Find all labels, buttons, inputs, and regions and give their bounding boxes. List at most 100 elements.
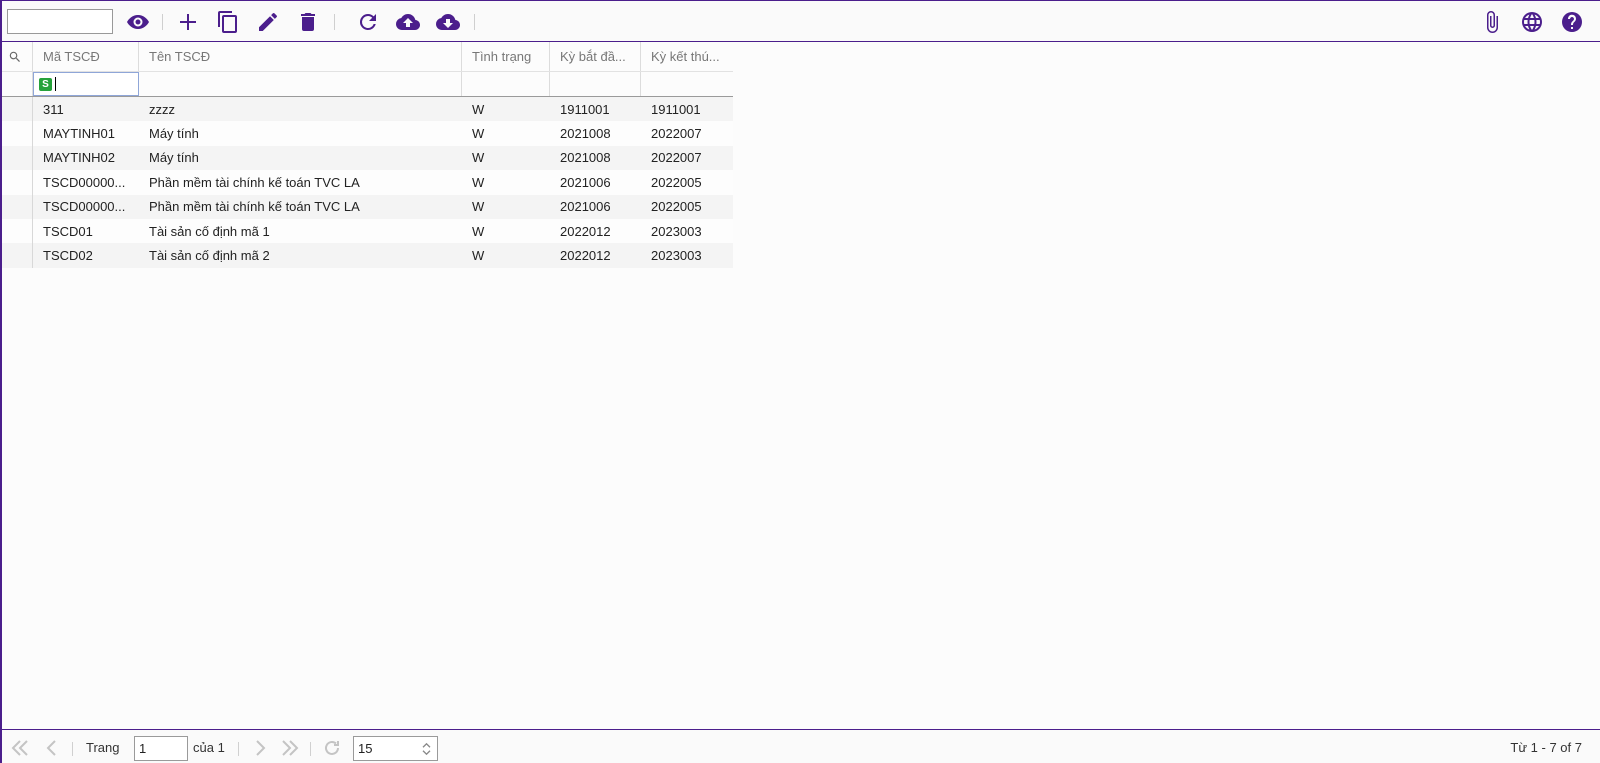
last-page-button[interactable]	[280, 738, 300, 758]
cell-ky-ket-thuc[interactable]: 2022007	[641, 121, 733, 145]
table-row[interactable]: TSCD02 Tài sản cố định mã 2 W 2022012 202300…	[2, 243, 733, 268]
cell-ma-tscd[interactable]: 311	[33, 97, 139, 121]
cell-ten-tscd[interactable]: Phần mềm tài chính kế toán TVC LA	[139, 195, 462, 219]
reload-button[interactable]	[322, 738, 342, 758]
cell-ten-tscd[interactable]: Máy tính	[139, 121, 462, 145]
cell-tinh-trang[interactable]: W	[462, 146, 550, 170]
view-button[interactable]	[124, 8, 152, 36]
double-chevron-left-icon	[11, 740, 28, 756]
pager-separator	[72, 742, 73, 756]
page-number-input[interactable]: 1	[134, 736, 188, 761]
cell-ky-ket-thuc[interactable]: 2022005	[641, 195, 733, 219]
cell-ten-tscd[interactable]: Máy tính	[139, 146, 462, 170]
first-page-button[interactable]	[10, 738, 30, 758]
page-size-value: 15	[358, 741, 373, 756]
filter-ky-bat-dau-input[interactable]	[550, 72, 641, 96]
cell-ten-tscd[interactable]: Phần mềm tài chính kế toán TVC LA	[139, 170, 462, 194]
column-header-tinh-trang[interactable]: Tình trạng	[462, 42, 550, 71]
filter-mode-badge[interactable]: S	[39, 77, 52, 91]
toolbar-separator	[334, 14, 335, 30]
cell-tinh-trang[interactable]: W	[462, 219, 550, 243]
plus-icon	[180, 14, 196, 30]
prev-page-button[interactable]	[42, 738, 62, 758]
table-row[interactable]: 311 zzzz W 1911001 1911001	[2, 97, 733, 122]
cloud-upload-icon	[396, 13, 420, 30]
cell-ma-tscd[interactable]: MAYTINH01	[33, 121, 139, 145]
add-button[interactable]	[174, 8, 202, 36]
cell-ky-ket-thuc[interactable]: 2022005	[641, 170, 733, 194]
column-header-ky-ket-thuc[interactable]: Kỳ kết thú...	[641, 42, 733, 71]
toolbar	[2, 0, 1600, 42]
filter-ky-ket-thuc-input[interactable]	[641, 72, 733, 96]
grid-body: 311 zzzz W 1911001 1911001 MAYTINH01 Máy tính W…	[2, 97, 733, 268]
refresh-button[interactable]	[354, 8, 382, 36]
cell-ky-bat-dau[interactable]: 2021008	[550, 146, 641, 170]
cell-ky-bat-dau[interactable]: 1911001	[550, 97, 641, 121]
table-row[interactable]: TSCD00000... Phần mềm tài chính kế toán T…	[2, 194, 733, 219]
cell-ky-bat-dau[interactable]: 2021006	[550, 170, 641, 194]
cell-tinh-trang[interactable]: W	[462, 170, 550, 194]
column-header-ky-bat-dau[interactable]: Kỳ bắt đầ...	[550, 42, 641, 71]
filter-ma-tscd-input[interactable]: S	[33, 72, 139, 96]
cell-ma-tscd[interactable]: TSCD01	[33, 219, 139, 243]
search-icon	[9, 51, 20, 62]
filter-tinh-trang-input[interactable]	[462, 72, 550, 96]
eye-icon	[127, 15, 149, 29]
cell-ky-ket-thuc[interactable]: 2022007	[641, 146, 733, 170]
double-chevron-right-icon	[282, 740, 299, 756]
table-row[interactable]: TSCD00000... Phần mềm tài chính kế toán T…	[2, 170, 733, 195]
download-button[interactable]	[434, 8, 462, 36]
toolbar-separator	[474, 14, 475, 30]
table-row[interactable]: MAYTINH02 Máy tính W 2021008 2022007	[2, 145, 733, 171]
cell-ten-tscd[interactable]: Tài sản cố định mã 2	[139, 243, 462, 267]
trash-icon	[301, 13, 315, 31]
text-caret	[55, 77, 56, 91]
help-button[interactable]	[1558, 8, 1586, 36]
cell-ky-bat-dau[interactable]: 2022012	[550, 243, 641, 267]
column-header-ma-tscd[interactable]: Mã TSCĐ	[33, 42, 139, 71]
cell-ky-bat-dau[interactable]: 2022012	[550, 219, 641, 243]
table-row[interactable]: MAYTINH01 Máy tính W 2021008 2022007	[2, 121, 733, 146]
chevron-left-icon	[46, 740, 56, 756]
attach-button[interactable]	[1478, 8, 1506, 36]
cell-ky-ket-thuc[interactable]: 1911001	[641, 97, 733, 121]
cell-ky-bat-dau[interactable]: 2021006	[550, 195, 641, 219]
cloud-download-icon	[436, 13, 460, 30]
toolbar-separator	[162, 14, 163, 30]
refresh-icon	[359, 13, 376, 30]
page-label: Trang	[86, 740, 120, 755]
cell-tinh-trang[interactable]: W	[462, 243, 550, 267]
cell-ma-tscd[interactable]: TSCD00000...	[33, 170, 139, 194]
upload-button[interactable]	[394, 8, 422, 36]
pencil-icon	[259, 12, 277, 32]
language-button[interactable]	[1518, 8, 1546, 36]
cell-ten-tscd[interactable]: Tài sản cố định mã 1	[139, 219, 462, 243]
page-size-select[interactable]: 15	[353, 736, 438, 761]
globe-icon	[1522, 12, 1542, 32]
spinner-arrows-icon	[422, 742, 431, 755]
cell-ky-ket-thuc[interactable]: 2023003	[641, 243, 733, 267]
copy-button[interactable]	[214, 8, 242, 36]
cell-tinh-trang[interactable]: W	[462, 195, 550, 219]
cell-ma-tscd[interactable]: MAYTINH02	[33, 146, 139, 170]
edit-button[interactable]	[254, 8, 282, 36]
delete-button[interactable]	[294, 8, 322, 36]
cell-tinh-trang[interactable]: W	[462, 97, 550, 121]
cell-ma-tscd[interactable]: TSCD02	[33, 243, 139, 267]
filter-lead-cell	[2, 72, 33, 96]
grid-header-row: Mã TSCĐ Tên TSCĐ Tình trạng Kỳ bắt đầ...…	[2, 42, 733, 72]
next-page-button[interactable]	[250, 738, 270, 758]
cell-ten-tscd[interactable]: zzzz	[139, 97, 462, 121]
record-summary: Từ 1 - 7 of 7	[1510, 740, 1582, 755]
page-count-label: của 1	[193, 740, 225, 755]
cell-ma-tscd[interactable]: TSCD00000...	[33, 195, 139, 219]
grid-search-toggle[interactable]	[2, 42, 33, 71]
table-row[interactable]: TSCD01 Tài sản cố định mã 1 W 2022012 202300…	[2, 218, 733, 244]
cell-ky-bat-dau[interactable]: 2021008	[550, 121, 641, 145]
cell-ky-ket-thuc[interactable]: 2023003	[641, 219, 733, 243]
filter-ten-tscd-input[interactable]	[139, 72, 462, 96]
help-icon	[1562, 12, 1582, 32]
cell-tinh-trang[interactable]: W	[462, 121, 550, 145]
quick-search-input[interactable]	[7, 9, 113, 34]
column-header-ten-tscd[interactable]: Tên TSCĐ	[139, 42, 462, 71]
